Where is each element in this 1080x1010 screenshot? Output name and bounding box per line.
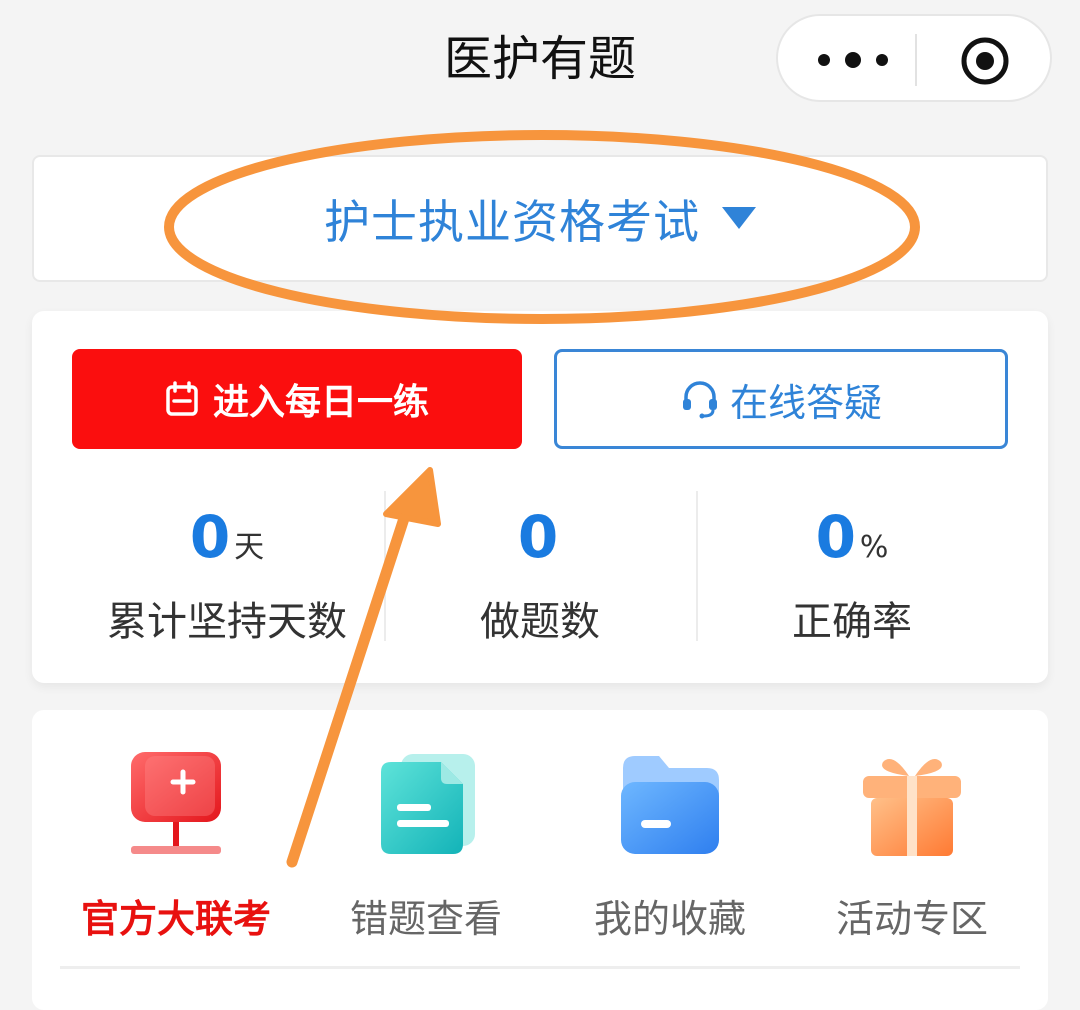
exam-monitor-icon <box>131 752 221 854</box>
stat-streak-days: 0天 累计坚持天数 <box>72 501 382 647</box>
nav-bar: 医护有题 <box>0 0 1080 130</box>
stat-question-count: 0 做题数 <box>385 501 695 647</box>
menu-item-label: 错题查看 <box>349 897 502 941</box>
stat-label: 正确率 <box>792 599 912 645</box>
stat-unit: % <box>859 530 889 565</box>
menu-item-label: 活动专区 <box>835 897 988 941</box>
daily-practice-button[interactable]: 进入每日一练 <box>72 349 522 449</box>
menu-item-official-mock-exam[interactable]: 官方大联考 <box>66 748 286 943</box>
exam-name: 护士执业资格考试 <box>324 194 700 249</box>
gift-icon <box>863 759 961 856</box>
feature-menu: 官方大联考 错题查看 我的收藏 活动专区 <box>32 710 1048 1010</box>
stat-value: 0 <box>517 503 559 571</box>
menu-divider <box>60 966 1020 969</box>
folder-icon <box>621 756 719 854</box>
daily-practice-label: 进入每日一练 <box>212 382 429 423</box>
document-icon <box>381 754 475 854</box>
stat-value: 0 <box>815 503 856 571</box>
caret-down-icon <box>722 206 756 229</box>
capsule-divider <box>915 34 917 86</box>
menu-item-label: 官方大联考 <box>80 897 271 941</box>
exam-selector[interactable]: 护士执业资格考试 <box>32 155 1048 282</box>
menu-item-activities[interactable]: 活动专区 <box>802 748 1022 943</box>
stat-value: 0 <box>189 503 231 571</box>
stat-label: 做题数 <box>480 599 600 645</box>
headset-icon <box>682 381 717 419</box>
target-icon[interactable] <box>960 36 1010 86</box>
stats-card: 进入每日一练 在线答疑 0天 累计坚持天数 0 做题数 0% 正确率 <box>32 311 1048 683</box>
menu-item-wrong-questions[interactable]: 错题查看 <box>316 748 536 943</box>
more-dots-icon[interactable] <box>808 42 898 78</box>
online-qa-button[interactable]: 在线答疑 <box>554 349 1008 449</box>
stat-unit: 天 <box>234 530 265 565</box>
calendar-icon <box>166 381 198 416</box>
stat-label: 累计坚持天数 <box>107 599 347 645</box>
menu-item-label: 我的收藏 <box>593 897 746 941</box>
miniprogram-capsule <box>776 14 1052 102</box>
stat-accuracy: 0% 正确率 <box>697 501 1007 647</box>
menu-item-my-favorites[interactable]: 我的收藏 <box>560 748 780 943</box>
online-qa-label: 在线答疑 <box>729 380 882 425</box>
